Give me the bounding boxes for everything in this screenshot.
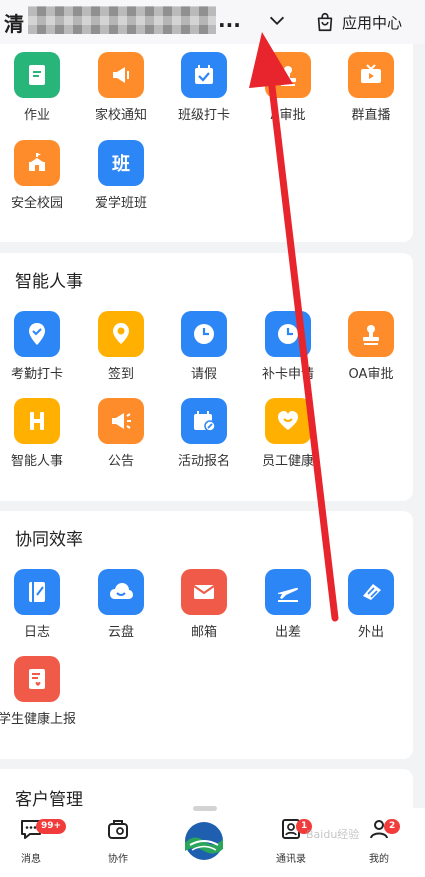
app-label: 补卡申请 xyxy=(261,367,314,382)
plane-icon xyxy=(265,569,311,615)
app-label: A审批 xyxy=(270,108,306,123)
app-student-health-report[interactable]: 学生健康上报 xyxy=(0,656,79,727)
app-label: 签到 xyxy=(107,367,134,382)
notebook-icon xyxy=(14,569,60,615)
cloud-icon xyxy=(98,569,144,615)
app-punch-correction[interactable]: 补卡申请 xyxy=(246,311,330,382)
pin-icon xyxy=(98,311,144,357)
report-icon xyxy=(14,656,60,702)
app-smart-hr[interactable]: 智能人事 xyxy=(0,398,79,469)
app-announcement[interactable]: 公告 xyxy=(79,398,163,469)
app-label: 学生健康上报 xyxy=(0,712,76,727)
section-title: 协同效率 xyxy=(15,530,83,550)
app-journal[interactable]: 日志 xyxy=(0,569,79,640)
stamp-icon xyxy=(265,52,311,98)
section-title: 客户管理 xyxy=(15,790,83,810)
app-attendance[interactable]: 考勤打卡 xyxy=(0,311,79,382)
app-event-signup[interactable]: 活动报名 xyxy=(162,398,246,469)
profile-badge: 2 xyxy=(384,819,401,834)
app-label: 活动报名 xyxy=(177,454,230,469)
app-business-trip[interactable]: 出差 xyxy=(246,569,330,640)
app-leave[interactable]: 请假 xyxy=(162,311,246,382)
drag-handle[interactable] xyxy=(193,806,217,811)
app-group-live[interactable]: 群直播 xyxy=(329,52,413,123)
location-check-icon xyxy=(14,311,60,357)
heart-icon xyxy=(265,398,311,444)
app-label: 智能人事 xyxy=(10,454,63,469)
section-title: 智能人事 xyxy=(15,272,83,292)
app-label: 家校通知 xyxy=(94,108,147,123)
clock-icon xyxy=(181,311,227,357)
shopping-bag-icon xyxy=(317,12,333,32)
app-label: 考勤打卡 xyxy=(10,367,63,382)
tab-collaboration[interactable]: 协作 xyxy=(88,816,148,865)
app-center-label: 应用中心 xyxy=(342,14,403,32)
megaphone-icon xyxy=(98,52,144,98)
app-label: 作业 xyxy=(23,108,50,123)
megaphone-icon xyxy=(98,398,144,444)
app-oa-approval-2[interactable]: OA审批 xyxy=(329,311,413,382)
app-homework[interactable]: 作业 xyxy=(0,52,79,123)
mail-icon xyxy=(181,569,227,615)
homework-icon xyxy=(14,52,60,98)
app-cloud-drive[interactable]: 云盘 xyxy=(79,569,163,640)
school-icon xyxy=(14,140,60,186)
app-go-out[interactable]: 外出 xyxy=(329,569,413,640)
app-logo[interactable] xyxy=(182,819,226,863)
app-section-hr: 智能人事 考勤打卡 签到 请假 补卡申请 OA审批 智能人事 公告 活动报名 员… xyxy=(0,253,413,501)
flag-icon xyxy=(348,569,394,615)
redacted-org-name xyxy=(28,6,216,34)
app-safe-campus[interactable]: 安全校园 xyxy=(0,140,79,211)
clock-icon xyxy=(265,311,311,357)
app-school-notice[interactable]: 家校通知 xyxy=(79,52,163,123)
tab-label: 我的 xyxy=(369,854,389,865)
app-label: 公告 xyxy=(107,454,134,469)
calendar-edit-icon xyxy=(181,398,227,444)
ban-icon: 班 xyxy=(98,140,144,186)
h-icon xyxy=(14,398,60,444)
app-label: 群直播 xyxy=(351,108,391,123)
tab-label: 通讯录 xyxy=(276,854,306,865)
tab-label: 消息 xyxy=(21,854,41,865)
chevron-down-icon[interactable] xyxy=(266,10,288,32)
app-label: 爱学班班 xyxy=(94,196,147,211)
app-aixue-banban[interactable]: 班 爱学班班 xyxy=(79,140,163,211)
app-sign-in[interactable]: 签到 xyxy=(79,311,163,382)
app-employee-health[interactable]: 员工健康 xyxy=(246,398,330,469)
tab-label: 协作 xyxy=(108,854,128,865)
app-label: 员工健康 xyxy=(261,454,314,469)
app-center-button[interactable]: 应用中心 xyxy=(314,8,402,36)
app-header: 清 ... 应用中心 xyxy=(0,0,425,44)
app-label: 班级打卡 xyxy=(177,108,230,123)
app-label: 请假 xyxy=(190,367,217,382)
watermark: Baidu经验 xyxy=(306,828,360,841)
app-oa-approval[interactable]: A审批 xyxy=(246,52,330,123)
svg-text:班: 班 xyxy=(112,154,130,175)
app-label: OA审批 xyxy=(348,367,394,382)
tv-icon xyxy=(348,52,394,98)
app-label: 出差 xyxy=(274,625,301,640)
org-title[interactable]: 清 xyxy=(4,8,24,37)
unread-badge: 99+ xyxy=(36,819,67,834)
stamp-icon xyxy=(348,311,394,357)
app-label: 日志 xyxy=(23,625,50,640)
app-label: 云盘 xyxy=(107,625,134,640)
app-label: 安全校园 xyxy=(10,196,63,211)
org-title-ellipsis: ... xyxy=(218,8,241,32)
app-section-collab: 协同效率 日志 云盘 邮箱 出差 外出 学生健康上报 xyxy=(0,511,413,759)
app-label: 邮箱 xyxy=(190,625,217,640)
app-class-checkin[interactable]: 班级打卡 xyxy=(162,52,246,123)
app-label: 外出 xyxy=(357,625,384,640)
app-mailbox[interactable]: 邮箱 xyxy=(162,569,246,640)
app-section-top: 作业 家校通知 班级打卡 A审批 群直播 安全校园 班 爱学班班 xyxy=(0,44,413,242)
calendar-check-icon xyxy=(181,52,227,98)
collab-icon xyxy=(108,820,128,839)
